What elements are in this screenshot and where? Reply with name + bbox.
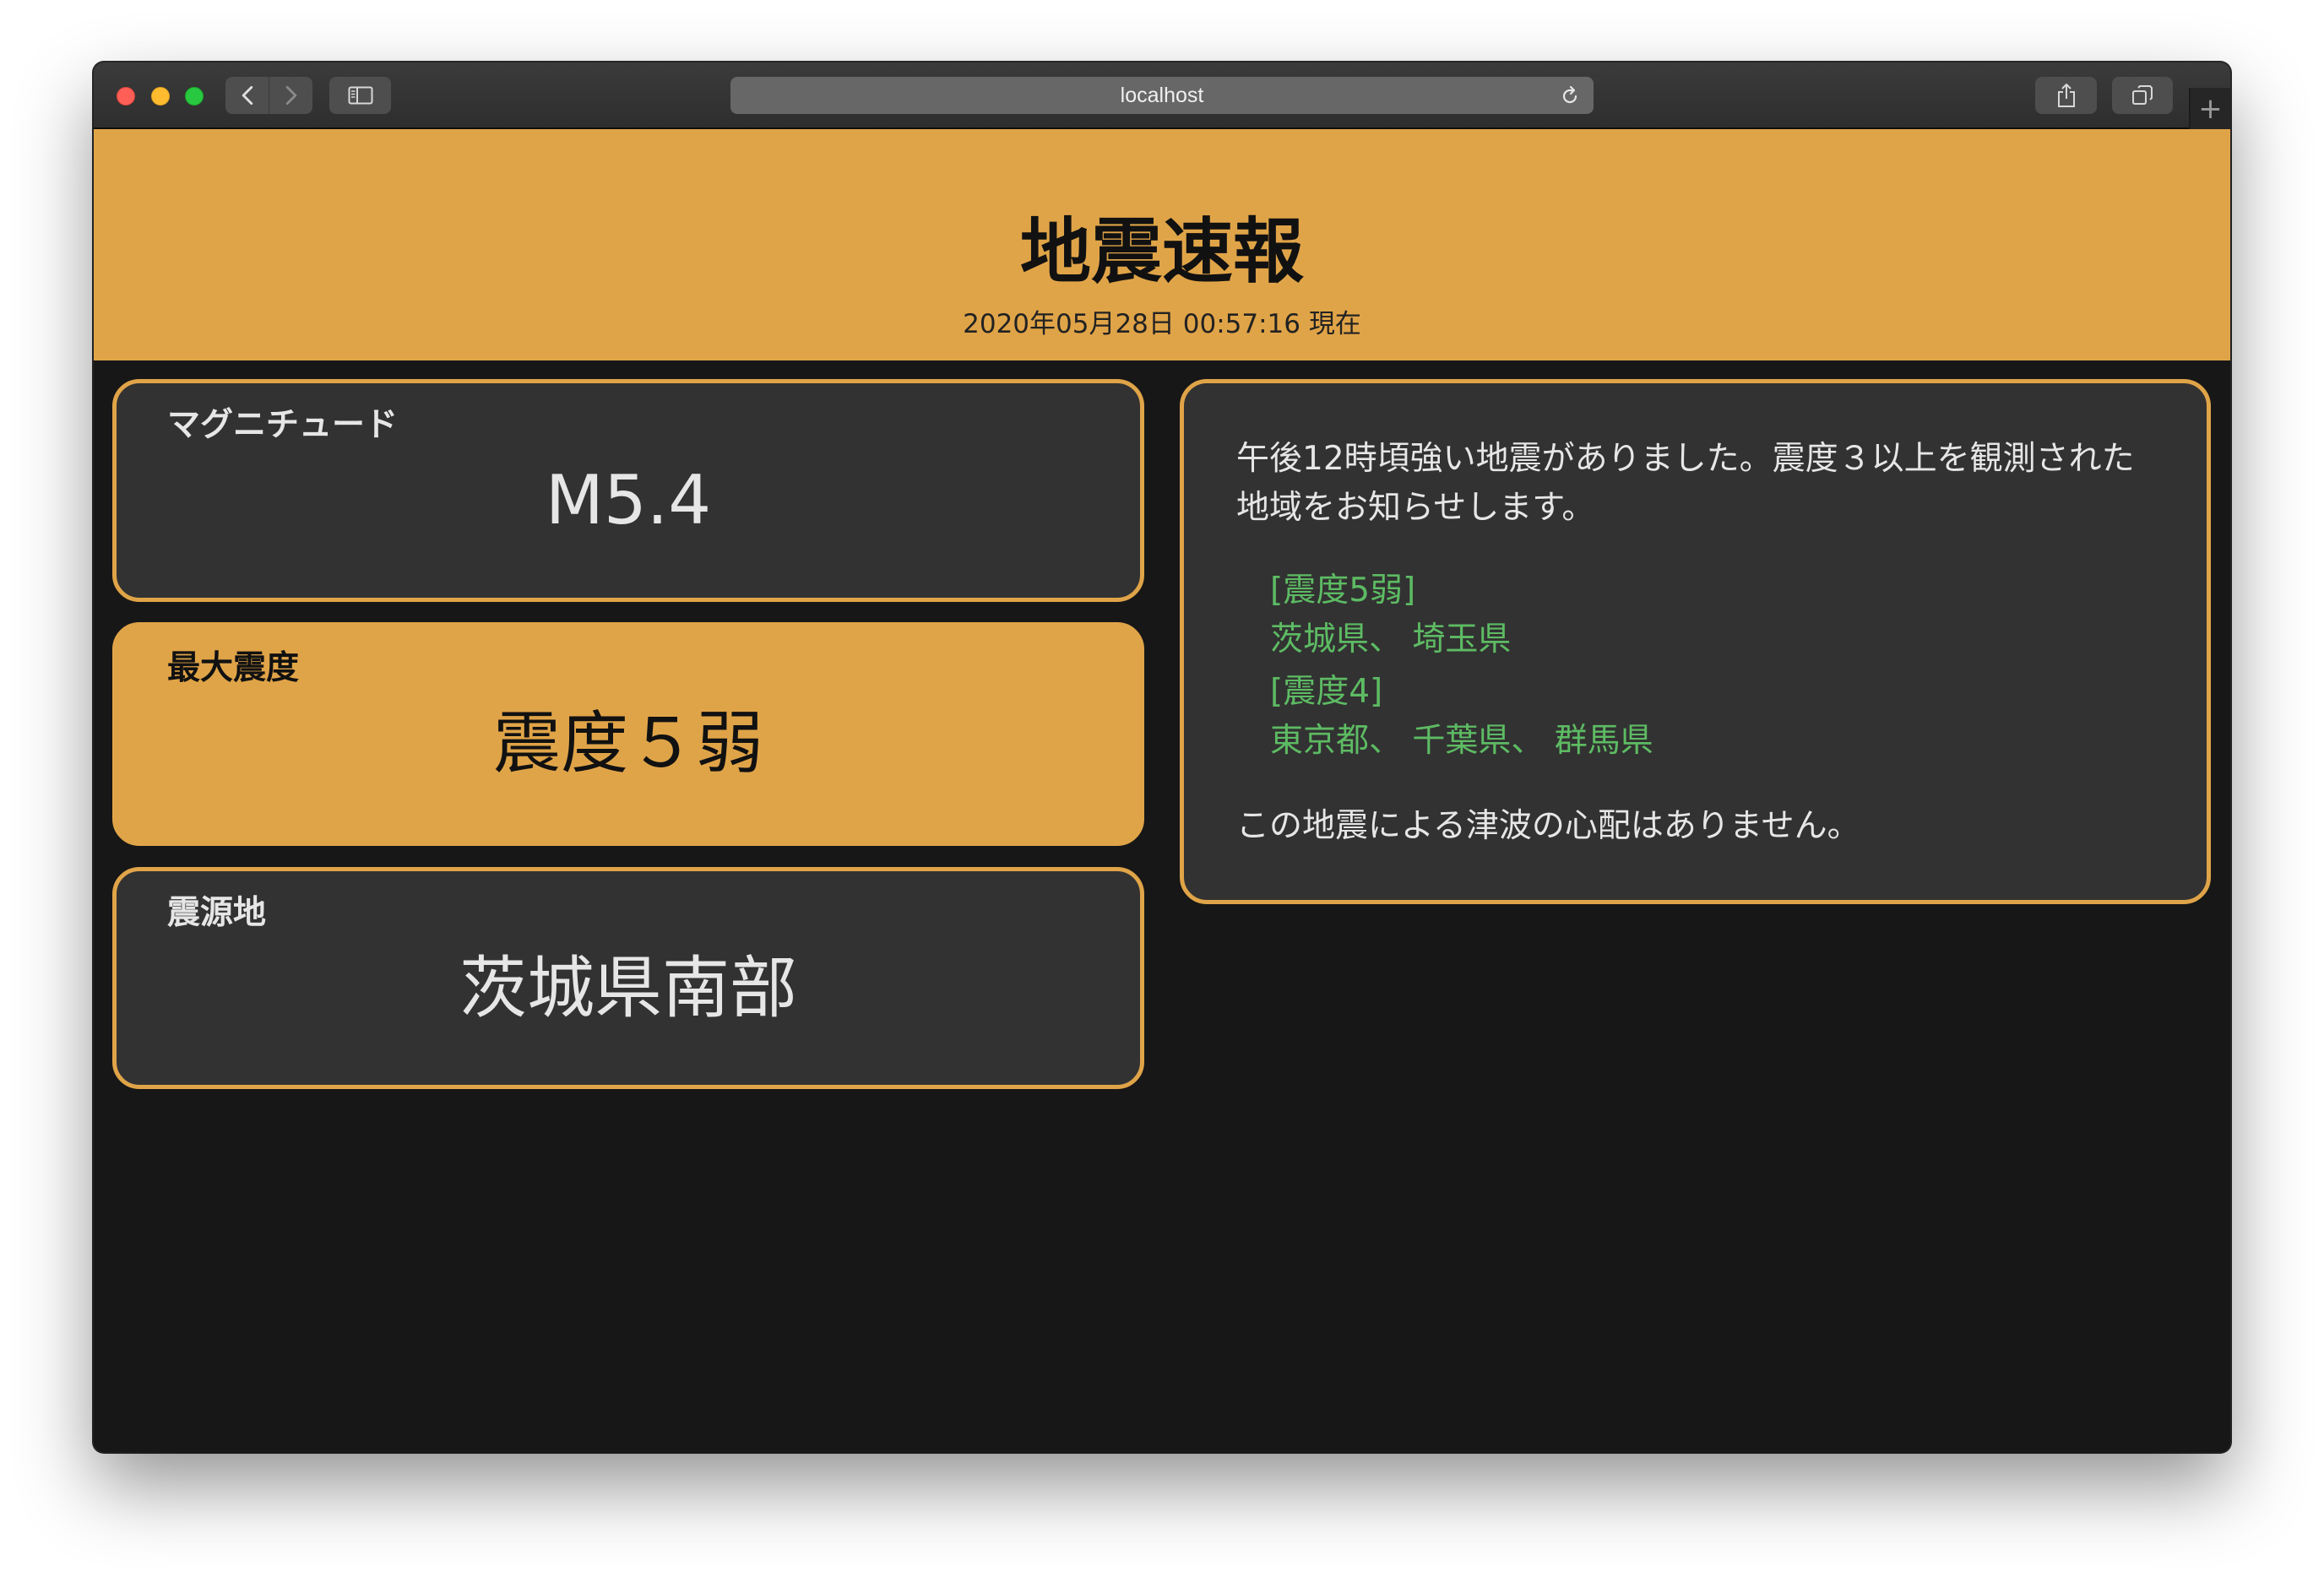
share-button[interactable] xyxy=(2035,77,2097,114)
intensity-heading: [震度5弱] xyxy=(1270,572,1416,610)
tabs-overview-button[interactable] xyxy=(2112,77,2173,114)
intensity-group: [震度4] 東京都、 千葉県、 群馬県 xyxy=(1270,668,2156,766)
intro-line: 地域をお知らせします。 xyxy=(1236,489,1595,527)
browser-window: localhost + 地震速報 2020年05月28日 00:57:16 現在… xyxy=(94,62,2230,1452)
intensity-group: [震度5弱] 茨城県、 埼玉県 xyxy=(1270,566,2156,664)
intensity-heading: [震度4] xyxy=(1270,673,1383,711)
card-label: 震源地 xyxy=(167,894,267,932)
navigation-buttons xyxy=(225,77,312,114)
reload-icon xyxy=(1562,85,1577,104)
close-icon[interactable] xyxy=(117,87,135,106)
forward-button[interactable] xyxy=(269,77,312,114)
tabs-overview-icon xyxy=(2132,85,2153,105)
zoom-icon[interactable] xyxy=(185,87,204,106)
epicenter-card: 震源地 茨城県南部 xyxy=(112,867,1144,1089)
intensity-region-list: [震度5弱] 茨城県、 埼玉県 [震度4] 東京都、 千葉県、 群馬県 xyxy=(1236,566,2156,766)
max-intensity-card: 最大震度 震度５弱 xyxy=(112,622,1144,846)
region-list: 東京都、 千葉県、 群馬県 xyxy=(1270,722,1653,760)
share-icon xyxy=(2057,84,2075,107)
back-button[interactable] xyxy=(225,77,269,114)
plus-icon: + xyxy=(2198,91,2223,126)
new-tab-button[interactable]: + xyxy=(2189,88,2230,129)
magnitude-value: M5.4 xyxy=(545,461,712,539)
address-text: localhost xyxy=(1120,84,1204,107)
report-timestamp: 2020年05月28日 00:57:16 現在 xyxy=(963,309,1361,339)
page-header: 地震速報 2020年05月28日 00:57:16 現在 xyxy=(94,129,2230,360)
minimize-icon[interactable] xyxy=(151,87,170,106)
max-intensity-value: 震度５弱 xyxy=(493,704,763,783)
sidebar-icon xyxy=(348,86,372,105)
intro-line: 午後12時頃強い地震がありました。震度３以上を観測された xyxy=(1236,440,2135,478)
card-label: 最大震度 xyxy=(167,649,300,687)
region-list: 茨城県、 埼玉県 xyxy=(1270,621,1512,658)
address-bar[interactable]: localhost xyxy=(730,77,1594,114)
tsunami-notice: この地震による津波の心配はありません。 xyxy=(1236,807,1860,845)
message-panel: 午後12時頃強い地震がありました。震度３以上を観測された 地域をお知らせします。… xyxy=(1180,379,2211,904)
sidebar-button[interactable] xyxy=(329,77,391,114)
page-title: 地震速報 xyxy=(1019,210,1304,293)
card-label: マグニチュード xyxy=(167,406,399,444)
browser-toolbar: localhost + xyxy=(94,62,2230,129)
magnitude-card: マグニチュード M5.4 xyxy=(112,379,1144,602)
intro-text: 午後12時頃強い地震がありました。震度３以上を観測された 地域をお知らせします。 xyxy=(1236,435,2156,533)
epicenter-value: 茨城県南部 xyxy=(459,949,797,1027)
chevron-left-icon xyxy=(242,85,252,106)
chevron-right-icon xyxy=(285,85,296,106)
reload-button[interactable] xyxy=(1558,84,1582,107)
